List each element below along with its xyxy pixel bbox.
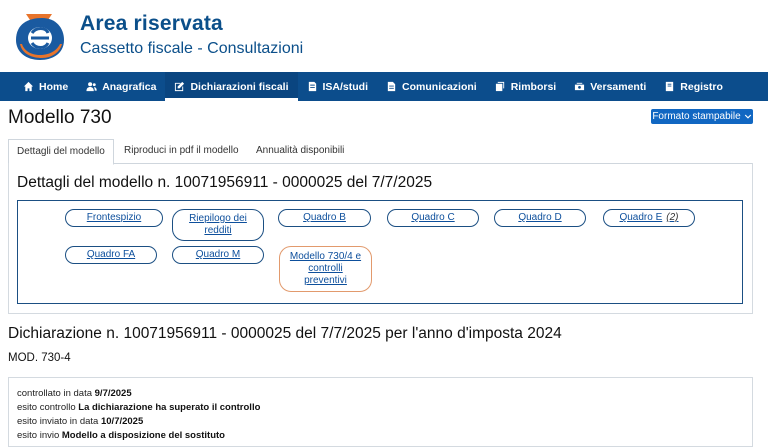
details-title: Dettagli del modello n. 10071956911 - 00… xyxy=(17,174,433,191)
declaration-title: Dichiarazione n. 10071956911 - 0000025 d… xyxy=(8,325,562,342)
money-icon xyxy=(575,82,585,91)
nav-item-isa-studi[interactable]: ISA/studi xyxy=(298,72,378,101)
main-nav: Home Anagrafica Dichiarazioni fiscali IS… xyxy=(0,72,768,101)
quadro-fa-label: Quadro FA xyxy=(86,249,136,260)
nav-item-dichiarazioni-fiscali[interactable]: Dichiarazioni fiscali xyxy=(165,72,298,101)
riepilogo-label-line1: Riepilogo dei xyxy=(189,213,247,224)
edit-icon xyxy=(175,81,185,92)
info-value: La dichiarazione ha superato il controll… xyxy=(78,402,261,413)
quadro-d-label: Quadro D xyxy=(518,212,562,223)
frontespizio-button[interactable]: Frontespizio xyxy=(65,209,163,227)
riepilogo-label-line2: redditi xyxy=(204,225,232,236)
page-title: Modello 730 xyxy=(8,107,112,128)
modello-730-4-button[interactable]: Modello 730/4 e controlli preventivi xyxy=(279,246,372,292)
mod-title: MOD. 730-4 xyxy=(8,352,71,364)
nav-label: Rimborsi xyxy=(510,80,557,93)
info-line-esito-invio: esito invio Modello a disposizione del s… xyxy=(17,430,225,441)
info-line-esito-controllo: esito controllo La dichiarazione ha supe… xyxy=(17,402,260,413)
app-title: Area riservata xyxy=(80,12,223,35)
quadro-d-button[interactable]: Quadro D xyxy=(494,209,586,227)
book-icon xyxy=(666,81,674,92)
chevron-down-icon xyxy=(744,114,751,119)
quadro-fa-button[interactable]: Quadro FA xyxy=(65,246,157,264)
nav-item-versamenti[interactable]: Versamenti xyxy=(565,72,655,101)
info-line-inviato: esito inviato in data 10/7/2025 xyxy=(17,416,143,427)
tab-riproduci-pdf[interactable]: Riproduci in pdf il modello xyxy=(116,139,247,163)
tab-annualita-disponibili[interactable]: Annualità disponibili xyxy=(248,139,352,163)
nav-label: Registro xyxy=(680,80,723,93)
nav-label: Anagrafica xyxy=(102,80,157,93)
nav-item-registro[interactable]: Registro xyxy=(655,72,732,101)
home-icon xyxy=(23,81,34,92)
print-format-label: Formato stampabile xyxy=(652,111,741,122)
copy-icon xyxy=(495,81,504,92)
print-format-button[interactable]: Formato stampabile xyxy=(651,109,753,124)
quadro-e-count: (2) xyxy=(666,212,679,223)
agenzia-entrate-logo-icon xyxy=(16,14,64,60)
quadro-b-label: Quadro B xyxy=(303,212,346,223)
quadro-m-label: Quadro M xyxy=(195,249,241,260)
nav-item-rimborsi[interactable]: Rimborsi xyxy=(486,72,566,101)
info-label: esito controllo xyxy=(17,402,76,413)
quadro-e-button[interactable]: Quadro E (2) xyxy=(603,209,695,227)
riepilogo-redditi-button[interactable]: Riepilogo dei redditi xyxy=(172,209,264,241)
info-line-controllato: controllato in data 9/7/2025 xyxy=(17,388,132,399)
quadro-m-button[interactable]: Quadro M xyxy=(172,246,264,264)
quadro-e-label: Quadro E xyxy=(619,212,663,223)
modello-label-line1: Modello 730/4 e xyxy=(289,251,362,262)
modello-label-line2: controlli xyxy=(308,263,343,274)
nav-label: Comunicazioni xyxy=(402,80,477,93)
info-label: esito invio xyxy=(17,430,60,441)
quadro-c-label: Quadro C xyxy=(411,212,455,223)
tab-dettagli-modello[interactable]: Dettagli del modello xyxy=(8,139,114,165)
info-value: 9/7/2025 xyxy=(94,388,132,399)
frontespizio-label: Frontespizio xyxy=(86,212,142,223)
document-icon xyxy=(387,81,396,92)
nav-item-home[interactable]: Home xyxy=(14,72,77,101)
info-label: esito inviato in data xyxy=(17,416,99,427)
nav-label: Versamenti xyxy=(590,80,647,93)
header: Area riservata Cassetto fiscale - Consul… xyxy=(0,0,768,72)
nav-label: Dichiarazioni fiscali xyxy=(190,80,289,93)
app-subtitle: Cassetto fiscale - Consultazioni xyxy=(80,40,304,57)
quadro-b-button[interactable]: Quadro B xyxy=(278,209,371,227)
nav-item-anagrafica[interactable]: Anagrafica xyxy=(77,72,165,101)
nav-item-comunicazioni[interactable]: Comunicazioni xyxy=(377,72,486,101)
users-icon xyxy=(86,82,97,92)
modello-label-line3: preventivi xyxy=(304,275,347,286)
info-label: controllato in data xyxy=(17,388,92,399)
quadro-c-button[interactable]: Quadro C xyxy=(387,209,479,227)
info-value: Modello a disposizione del sostituto xyxy=(61,430,225,441)
nav-label: Home xyxy=(39,80,69,93)
nav-label: ISA/studi xyxy=(322,80,369,93)
info-value: 10/7/2025 xyxy=(100,416,144,427)
file-icon xyxy=(308,81,316,92)
tab-bar: Dettagli del modello Riproduci in pdf il… xyxy=(8,139,753,165)
